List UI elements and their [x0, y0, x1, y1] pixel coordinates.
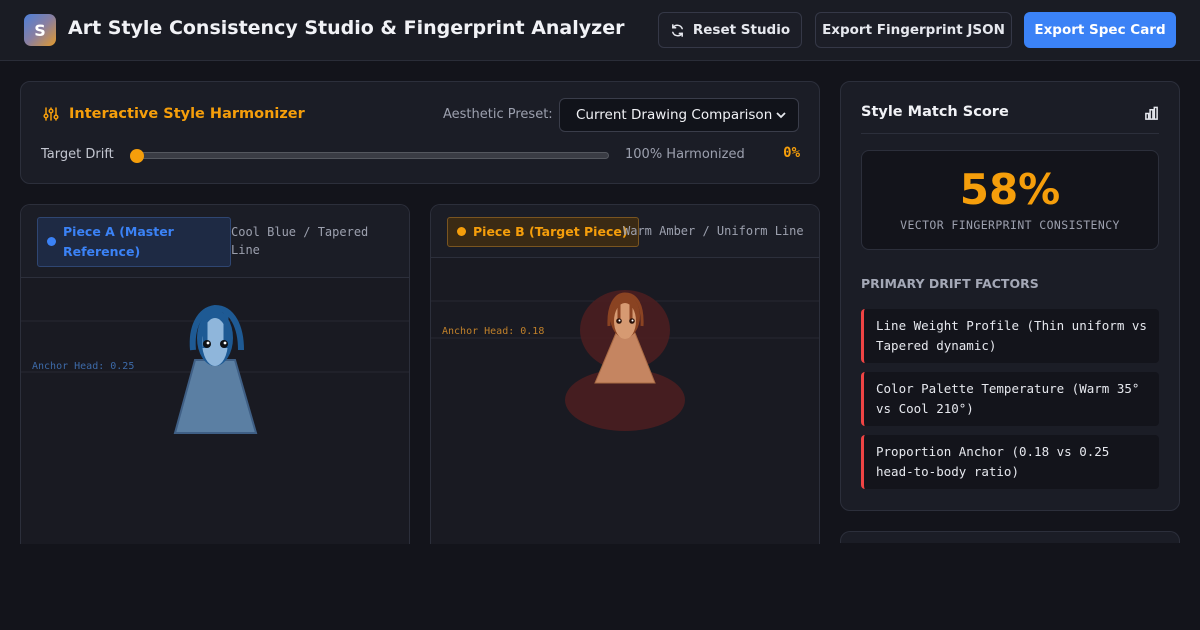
- drift-factor-item: Color Palette Temperature (Warm 35° vs C…: [861, 372, 1159, 426]
- reset-studio-button[interactable]: Reset Studio: [658, 12, 802, 48]
- reset-studio-label: Reset Studio: [692, 22, 791, 38]
- piece-b-eye-left-shine: [618, 319, 621, 322]
- bar-chart-icon: [1145, 106, 1158, 120]
- piece-a-eye-right-shine: [223, 341, 227, 345]
- piece-a-badge: Piece A (Master Reference): [37, 217, 231, 267]
- piece-b-drawing: Anchor Head: 0.18: [431, 290, 819, 431]
- piece-b-header: Piece B (Target Piece) Warm Amber / Unif…: [431, 205, 819, 258]
- score-subtitle: VECTOR FINGERPRINT CONSISTENCY: [900, 218, 1120, 232]
- target-drift-slider-thumb[interactable]: [130, 149, 144, 163]
- target-drift-slider[interactable]: [137, 152, 609, 159]
- piece-a-dot: [47, 237, 56, 246]
- piece-a-canvas-panel: Piece A (Master Reference) Cool Blue / T…: [20, 204, 410, 544]
- harmonizer-panel: Interactive Style Harmonizer Aesthetic P…: [20, 81, 820, 184]
- preset-label: Aesthetic Preset:: [443, 107, 553, 122]
- export-fingerprint-json-button[interactable]: Export Fingerprint JSON: [815, 12, 1012, 48]
- piece-a-header: Piece A (Master Reference) Cool Blue / T…: [21, 205, 409, 278]
- harmonizer-title: Interactive Style Harmonizer: [43, 106, 305, 122]
- piece-b-style-tag: Warm Amber / Uniform Line: [623, 224, 804, 238]
- score-value: 58%: [959, 165, 1061, 214]
- piece-b-anchor-label: Anchor Head: 0.18: [442, 326, 544, 337]
- piece-b-eye-right-shine: [631, 319, 634, 322]
- sliders-icon: [43, 107, 59, 121]
- app-header: S Art Style Consistency Studio & Fingerp…: [0, 0, 1200, 61]
- piece-a-eye-left: [203, 340, 211, 348]
- harmonizer-title-text: Interactive Style Harmonizer: [69, 106, 305, 122]
- target-drift-label: Target Drift: [41, 147, 114, 162]
- score-title: Style Match Score: [861, 104, 1009, 120]
- harmonized-label: 100% Harmonized: [625, 147, 745, 162]
- drift-factor-item: Line Weight Profile (Thin uniform vs Tap…: [861, 309, 1159, 363]
- piece-a-anchor-label: Anchor Head: 0.25: [32, 361, 134, 372]
- piece-a-drawing: Anchor Head: 0.25: [21, 304, 409, 434]
- refresh-icon: [671, 23, 683, 37]
- piece-a-body: [173, 359, 258, 434]
- piece-b-canvas-panel: Piece B (Target Piece) Warm Amber / Unif…: [430, 204, 820, 544]
- chevron-down-icon: [776, 112, 786, 119]
- export-json-label: Export Fingerprint JSON: [822, 22, 1005, 38]
- next-panel-edge: [840, 531, 1180, 543]
- score-box: 58% VECTOR FINGERPRINT CONSISTENCY: [861, 150, 1159, 250]
- app-title: Art Style Consistency Studio & Fingerpri…: [68, 17, 625, 39]
- drift-factors-title: PRIMARY DRIFT FACTORS: [861, 276, 1039, 291]
- preset-selected-value: Current Drawing Comparison: [576, 107, 773, 123]
- export-card-label: Export Spec Card: [1034, 22, 1166, 38]
- piece-b-dot: [457, 227, 466, 236]
- drift-value: 0%: [783, 145, 800, 161]
- piece-a-style-tag: Cool Blue / Tapered Line: [231, 225, 369, 257]
- score-divider: [861, 133, 1159, 134]
- piece-b-badge: Piece B (Target Piece): [447, 217, 639, 247]
- aesthetic-preset-select[interactable]: Current Drawing Comparison: [559, 98, 799, 132]
- piece-b-badge-label: Piece B (Target Piece): [473, 224, 628, 239]
- app-logo: S: [24, 14, 56, 46]
- piece-a-badge-label: Piece A (Master Reference): [63, 224, 174, 259]
- export-spec-card-button[interactable]: Export Spec Card: [1024, 12, 1176, 48]
- piece-a-eye-left-shine: [206, 341, 210, 345]
- style-match-score-panel: Style Match Score 58% VECTOR FINGERPRINT…: [840, 81, 1180, 511]
- piece-a-eye-right: [220, 340, 228, 348]
- drift-factor-item: Proportion Anchor (0.18 vs 0.25 head-to-…: [861, 435, 1159, 489]
